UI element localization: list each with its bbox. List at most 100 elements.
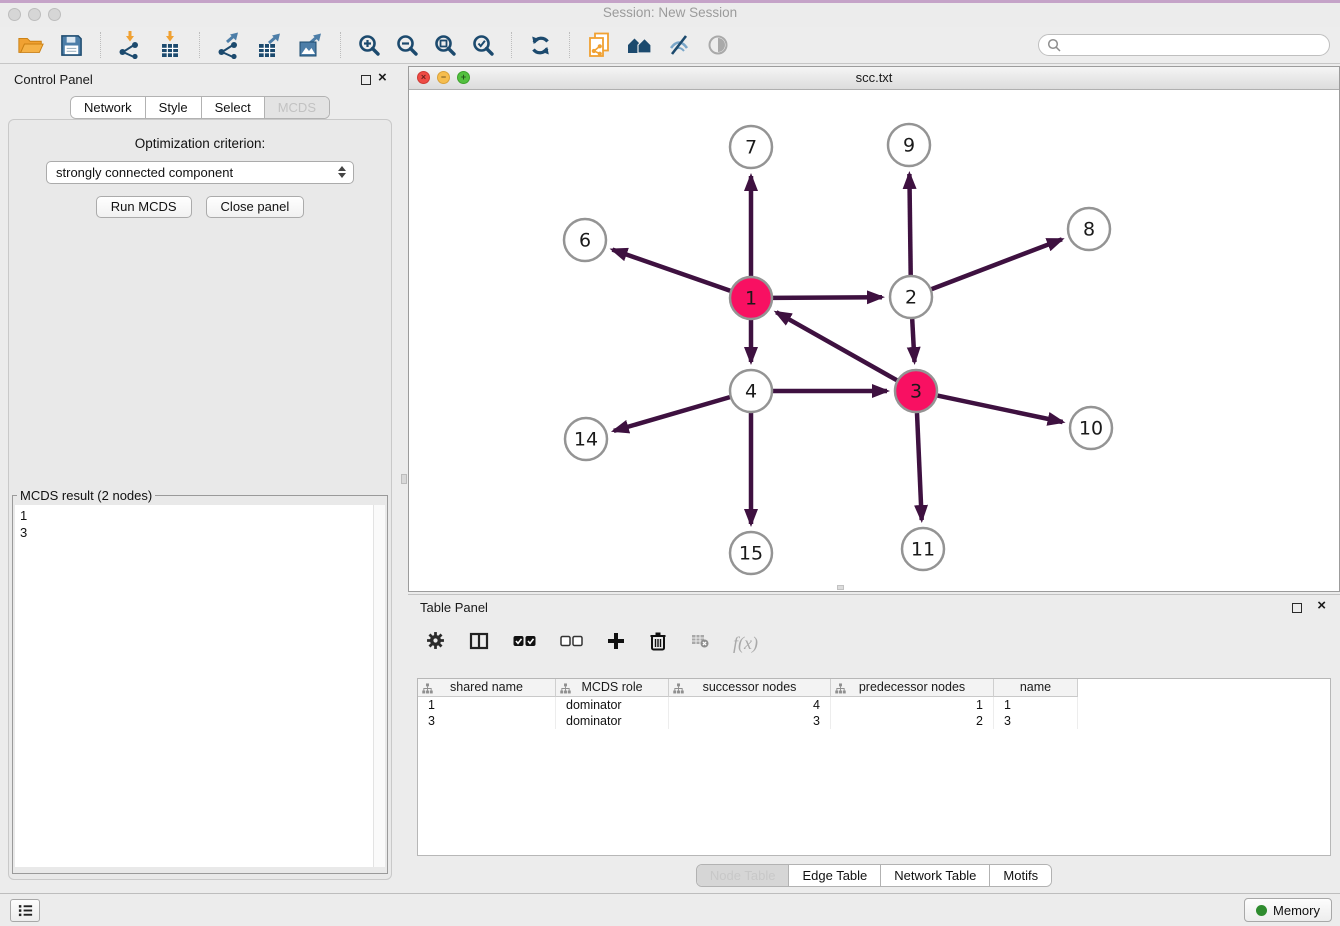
table-row[interactable]: 1dominator411 bbox=[418, 697, 1330, 713]
table-tab-edge-table[interactable]: Edge Table bbox=[789, 865, 881, 886]
table-tab-node-table[interactable]: Node Table bbox=[697, 865, 790, 886]
edge-3-10[interactable] bbox=[938, 396, 1063, 422]
tab-style[interactable]: Style bbox=[146, 97, 202, 118]
import-network-icon bbox=[117, 31, 143, 59]
node-6[interactable]: 6 bbox=[564, 219, 606, 261]
save-icon bbox=[59, 33, 84, 58]
table-panel-tabs: Node TableEdge TableNetwork TableMotifs bbox=[696, 864, 1052, 887]
export-image-button[interactable] bbox=[297, 31, 324, 59]
toggle-graphics-details-button[interactable] bbox=[667, 33, 692, 57]
close-panel-button[interactable]: Close panel bbox=[206, 196, 305, 218]
column-header-MCDS-role[interactable]: MCDS role bbox=[556, 679, 669, 697]
memory-button[interactable]: Memory bbox=[1244, 898, 1332, 922]
node-1[interactable]: 1 bbox=[730, 277, 772, 319]
node-label: 14 bbox=[574, 429, 598, 451]
open-session-button[interactable] bbox=[17, 32, 45, 58]
node-label: 1 bbox=[745, 288, 757, 310]
column-header-shared-name[interactable]: shared name bbox=[418, 679, 556, 697]
control-panel: Control Panel × NetworkStyleSelectMCDS O… bbox=[0, 66, 400, 892]
column-header-name[interactable]: name bbox=[994, 679, 1078, 697]
control-panel-tabs: NetworkStyleSelectMCDS bbox=[70, 96, 330, 119]
unchecked-boxes-icon bbox=[560, 635, 583, 647]
select-all-button[interactable] bbox=[513, 634, 536, 652]
zoom-out-icon bbox=[395, 33, 419, 57]
node-label: 8 bbox=[1083, 219, 1095, 241]
panel-splitter[interactable] bbox=[400, 66, 408, 892]
node-9[interactable]: 9 bbox=[888, 124, 930, 166]
table-panel-close-button[interactable]: × bbox=[1317, 597, 1326, 614]
edge-2-9[interactable] bbox=[909, 174, 910, 275]
zoom-selected-button[interactable] bbox=[471, 33, 495, 57]
table-tab-network-table[interactable]: Network Table bbox=[881, 865, 990, 886]
node-7[interactable]: 7 bbox=[730, 126, 772, 168]
table-settings-button[interactable] bbox=[426, 631, 445, 655]
delete-columns-button[interactable] bbox=[649, 631, 667, 656]
new-network-from-selection-button[interactable] bbox=[586, 32, 612, 59]
splitter-handle[interactable] bbox=[401, 474, 407, 484]
search-box[interactable] bbox=[1038, 34, 1330, 56]
node-2[interactable]: 2 bbox=[890, 276, 932, 318]
zoom-out-button[interactable] bbox=[395, 33, 419, 57]
edge-1-2[interactable] bbox=[773, 297, 882, 298]
toolbar-separator bbox=[199, 32, 200, 58]
tab-network[interactable]: Network bbox=[71, 97, 146, 118]
edge-4-14[interactable] bbox=[614, 397, 730, 431]
node-3[interactable]: 3 bbox=[895, 370, 937, 412]
graphics-details-button[interactable] bbox=[706, 33, 730, 57]
first-neighbors-button[interactable] bbox=[626, 33, 653, 57]
cell-name: 3 bbox=[994, 713, 1078, 729]
horizontal-splitter-handle[interactable] bbox=[837, 585, 844, 590]
edge-2-3[interactable] bbox=[912, 319, 914, 362]
edge-1-6[interactable] bbox=[612, 250, 730, 291]
table-panel-float-button[interactable] bbox=[1292, 603, 1302, 613]
node-11[interactable]: 11 bbox=[902, 528, 944, 570]
run-mcds-button[interactable]: Run MCDS bbox=[96, 196, 192, 218]
optimization-select[interactable]: strongly connected component bbox=[46, 161, 354, 184]
delete-table-button[interactable] bbox=[691, 633, 709, 653]
deselect-all-button[interactable] bbox=[560, 634, 583, 652]
import-network-button[interactable] bbox=[117, 31, 143, 59]
show-panels-button[interactable] bbox=[10, 899, 40, 922]
edge-2-8[interactable] bbox=[932, 239, 1062, 289]
import-table-button[interactable] bbox=[157, 31, 183, 59]
list-icon bbox=[17, 903, 34, 918]
apply-layout-button[interactable] bbox=[528, 33, 553, 58]
edge-3-11[interactable] bbox=[917, 413, 922, 520]
result-scrollbar[interactable] bbox=[373, 505, 385, 867]
status-bar: Memory bbox=[0, 893, 1340, 926]
zoom-in-button[interactable] bbox=[357, 33, 381, 57]
control-panel-float-button[interactable] bbox=[361, 75, 371, 85]
node-10[interactable]: 10 bbox=[1070, 407, 1112, 449]
add-column-button[interactable] bbox=[607, 632, 625, 655]
save-session-button[interactable] bbox=[59, 33, 84, 58]
network-window-titlebar[interactable]: × − + scc.txt bbox=[409, 67, 1339, 90]
network-canvas[interactable]: 1 2 3 4 6 7 8 9 10 11 14 15 bbox=[409, 89, 1339, 591]
header-filler bbox=[1078, 679, 1330, 697]
node-14[interactable]: 14 bbox=[565, 418, 607, 460]
zoom-fit-button[interactable] bbox=[433, 33, 457, 57]
node-15[interactable]: 15 bbox=[730, 532, 772, 574]
function-builder-button[interactable]: f(x) bbox=[733, 633, 758, 654]
folder-open-icon bbox=[17, 32, 45, 58]
table-row[interactable]: 3dominator323 bbox=[418, 713, 1330, 729]
tab-mcds[interactable]: MCDS bbox=[265, 97, 329, 118]
toggle-columns-button[interactable] bbox=[469, 632, 489, 655]
tab-select[interactable]: Select bbox=[202, 97, 265, 118]
column-header-successor-nodes[interactable]: successor nodes bbox=[669, 679, 831, 697]
plus-icon bbox=[607, 632, 625, 650]
export-network-button[interactable] bbox=[216, 31, 242, 59]
node-8[interactable]: 8 bbox=[1068, 208, 1110, 250]
edge-3-1[interactable] bbox=[776, 312, 897, 380]
cell-predecessor-nodes: 1 bbox=[831, 697, 994, 713]
column-header-predecessor-nodes[interactable]: predecessor nodes bbox=[831, 679, 994, 697]
control-panel-close-button[interactable]: × bbox=[378, 69, 387, 86]
export-network-icon bbox=[216, 31, 242, 59]
table-tab-motifs[interactable]: Motifs bbox=[990, 865, 1051, 886]
mcds-result-list[interactable]: 1 3 bbox=[15, 505, 385, 867]
search-input[interactable] bbox=[1066, 37, 1321, 54]
node-table-body: 1dominator4113dominator323 bbox=[418, 697, 1330, 729]
node-4[interactable]: 4 bbox=[730, 370, 772, 412]
toolbar-separator bbox=[569, 32, 570, 58]
export-table-button[interactable] bbox=[256, 31, 283, 59]
node-label: 10 bbox=[1079, 418, 1103, 440]
